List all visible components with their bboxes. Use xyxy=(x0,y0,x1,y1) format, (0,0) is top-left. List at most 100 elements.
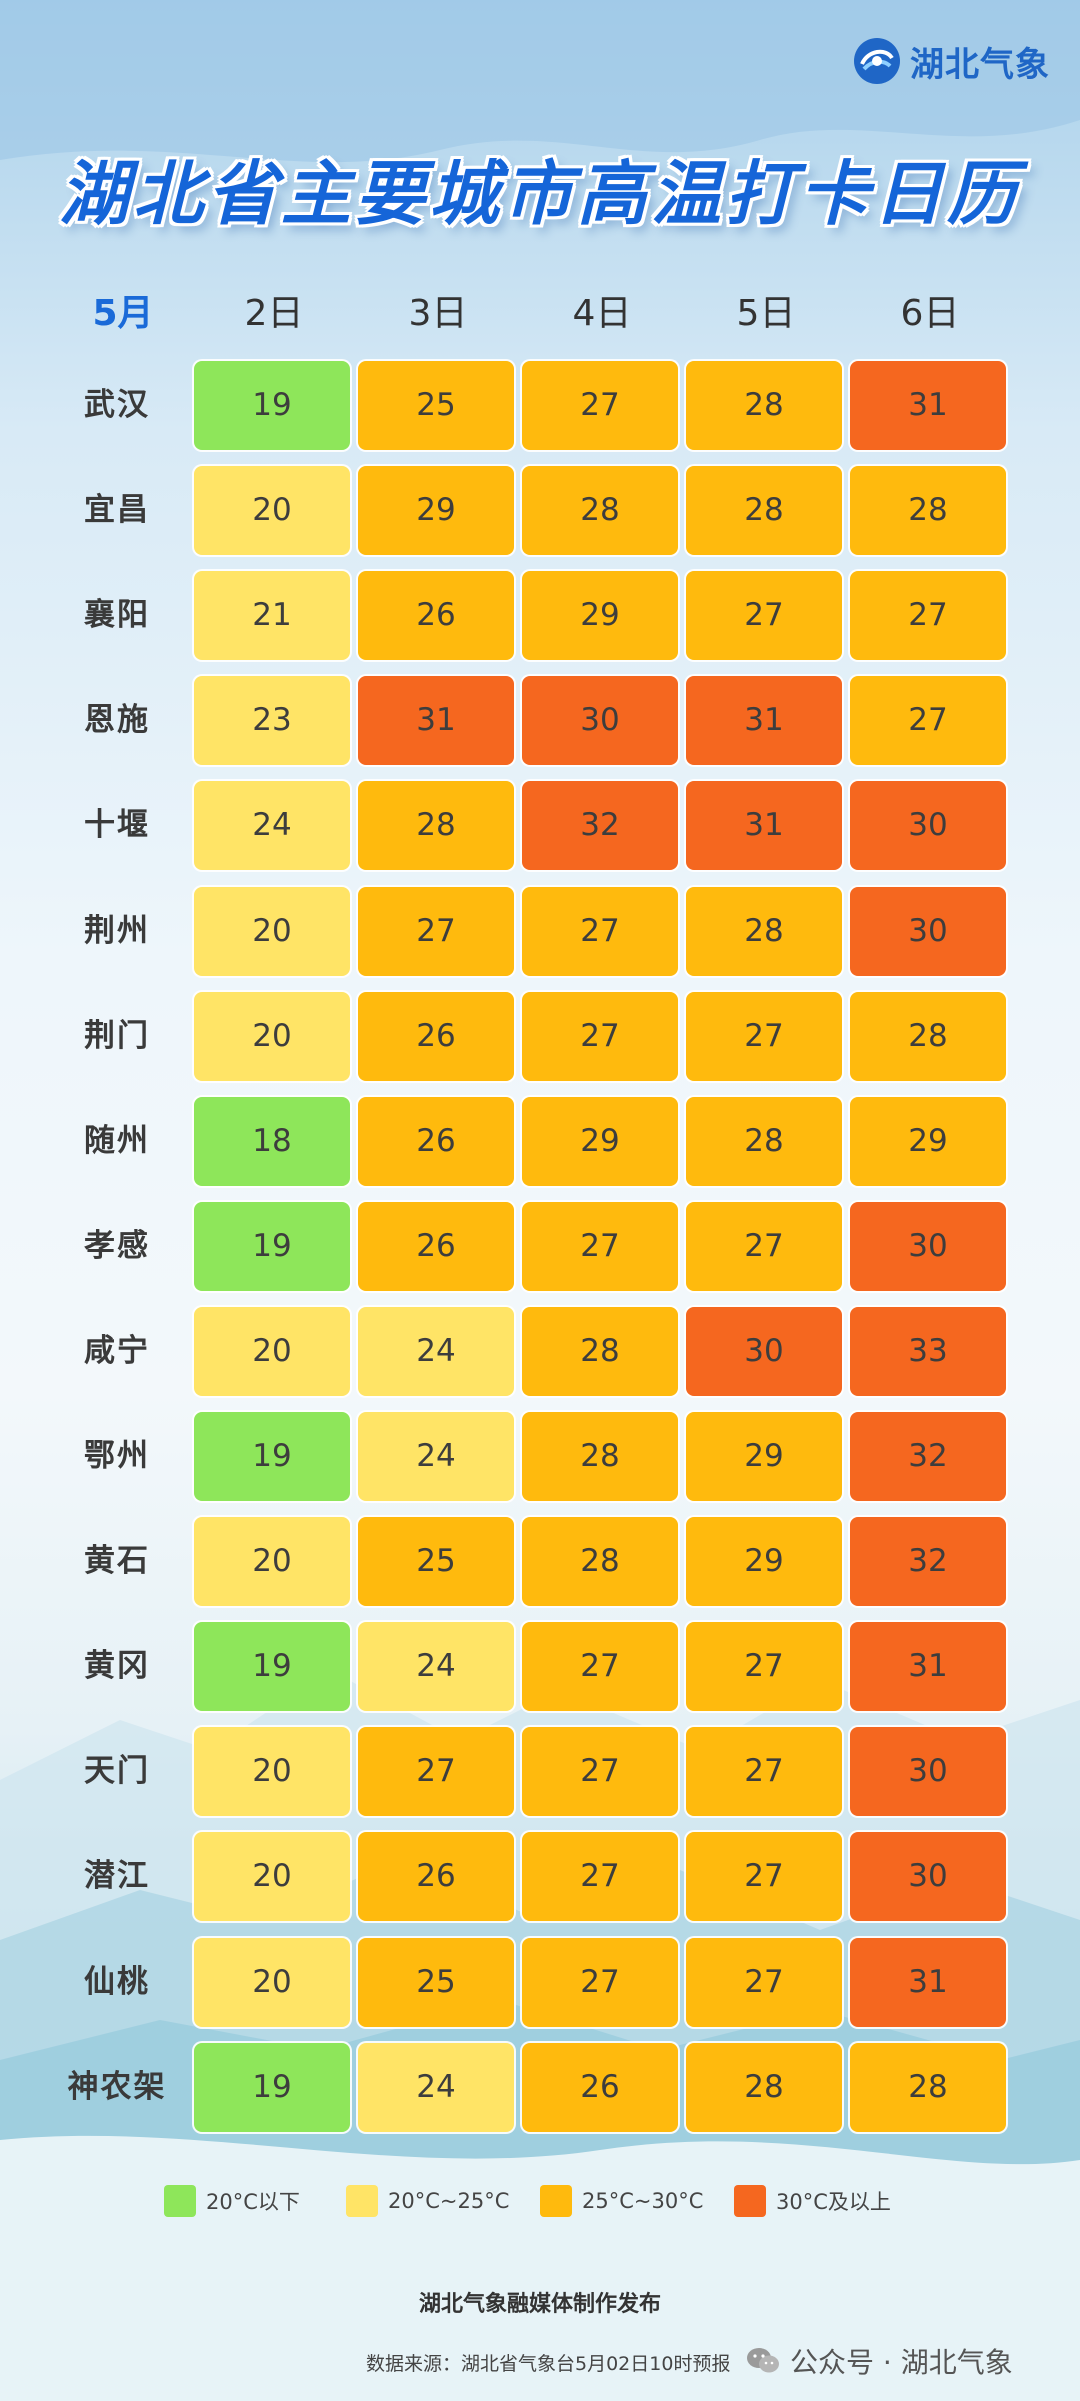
row-label-city: 宜昌 xyxy=(84,492,150,529)
temperature-cell: 24 xyxy=(358,1306,514,1396)
temperature-cell: 20 xyxy=(194,1306,350,1396)
legend-item-25-30: 25°C~30°C xyxy=(540,2185,703,2217)
temperature-cell: 26 xyxy=(358,1832,514,1922)
temperature-cell: 30 xyxy=(522,676,678,766)
temperature-cell: 20 xyxy=(194,991,350,1081)
temperature-cell: 20 xyxy=(194,1937,350,2027)
row-label-city: 黄冈 xyxy=(84,1648,150,1685)
temperature-cell: 18 xyxy=(194,1096,350,1186)
row-label-city: 随州 xyxy=(84,1122,150,1159)
temperature-cell: 30 xyxy=(686,1306,842,1396)
temperature-cell: 30 xyxy=(850,1727,1006,1817)
temperature-cell: 28 xyxy=(686,361,842,450)
temperature-cell: 27 xyxy=(686,1832,842,1922)
temperature-cell: 28 xyxy=(686,886,842,976)
temperature-cell: 27 xyxy=(686,571,842,661)
temperature-cell: 31 xyxy=(850,1622,1006,1712)
temperature-cell: 19 xyxy=(194,1201,350,1291)
temperature-cell: 28 xyxy=(686,1096,842,1186)
wechat-account: 公众号 · 湖北气象 xyxy=(746,2341,1013,2381)
temperature-cell: 28 xyxy=(522,1517,678,1607)
row-label-city: 荆州 xyxy=(84,912,150,949)
temperature-cell: 32 xyxy=(850,1517,1006,1607)
column-header-day: 5日 xyxy=(736,293,796,334)
temperature-cell: 19 xyxy=(194,1412,350,1501)
temperature-cell: 27 xyxy=(522,886,678,976)
legend-label: 20°C~25°C xyxy=(388,2189,510,2213)
temperature-cell: 27 xyxy=(358,1727,514,1817)
month-label: 5月 xyxy=(92,293,154,334)
row-label-city: 荆门 xyxy=(84,1017,150,1054)
temperature-cell: 30 xyxy=(850,1201,1006,1291)
temperature-cell: 27 xyxy=(686,1622,842,1712)
column-header-day: 3日 xyxy=(408,293,468,334)
temperature-cell: 31 xyxy=(686,676,842,766)
temperature-cell: 29 xyxy=(522,571,678,661)
row-label-city: 仙桃 xyxy=(84,1963,150,2000)
temperature-cell: 31 xyxy=(358,676,514,766)
temperature-cell: 26 xyxy=(522,2042,678,2132)
temperature-cell: 32 xyxy=(522,781,678,871)
row-label-city: 十堰 xyxy=(84,807,150,844)
temperature-cell: 27 xyxy=(686,1201,842,1291)
temperature-cell: 29 xyxy=(358,466,514,556)
legend-item-20-25: 20°C~25°C xyxy=(346,2185,509,2217)
legend-item-30-above: 30°C及以上 xyxy=(734,2185,891,2217)
temperature-cell: 25 xyxy=(358,361,514,450)
legend-label: 25°C~30°C xyxy=(582,2189,704,2213)
temperature-cell: 24 xyxy=(194,781,350,871)
temperature-cell: 27 xyxy=(686,1937,842,2027)
row-label-city: 黄石 xyxy=(84,1543,150,1580)
publisher-credit: 湖北气象融媒体制作发布 xyxy=(418,2292,661,2317)
temperature-cell: 19 xyxy=(194,361,350,450)
temperature-cell: 29 xyxy=(850,1096,1006,1186)
temperature-cell: 28 xyxy=(686,466,842,556)
row-label-city: 武汉 xyxy=(84,387,150,423)
temperature-cell: 26 xyxy=(358,1201,514,1291)
temperature-cell: 21 xyxy=(194,571,350,661)
legend-label: 20°C以下 xyxy=(206,2190,300,2214)
wechat-icon xyxy=(747,2348,779,2373)
page-title: 湖北省主要城市高温打卡日历 xyxy=(59,153,1021,235)
temperature-cell: 28 xyxy=(358,781,514,871)
temperature-cell: 32 xyxy=(850,1412,1006,1501)
temperature-cell: 33 xyxy=(850,1306,1006,1396)
row-label-city: 恩施 xyxy=(84,702,150,739)
temperature-cell: 27 xyxy=(686,991,842,1081)
temperature-cell: 29 xyxy=(686,1412,842,1501)
temperature-cell: 27 xyxy=(850,571,1006,661)
temperature-cell: 24 xyxy=(358,2042,514,2132)
temperature-cell: 25 xyxy=(358,1937,514,2027)
legend-swatch xyxy=(540,2185,572,2217)
temperature-cell: 26 xyxy=(358,991,514,1081)
temperature-cell: 27 xyxy=(522,1201,678,1291)
temperature-cell: 27 xyxy=(850,676,1006,766)
column-header-day: 4日 xyxy=(572,293,632,334)
brand-header: 湖北气象 xyxy=(852,36,1050,86)
temperature-cell: 20 xyxy=(194,1727,350,1817)
row-label-city: 孝感 xyxy=(84,1227,150,1264)
temperature-cell: 24 xyxy=(358,1622,514,1712)
temperature-cell: 31 xyxy=(850,361,1006,450)
data-source: 数据来源：湖北省气象台5月02日10时预报 xyxy=(366,2353,731,2375)
temperature-cell: 30 xyxy=(850,1832,1006,1922)
temperature-cell: 28 xyxy=(850,991,1006,1081)
temperature-cell: 20 xyxy=(194,466,350,556)
temperature-cell: 27 xyxy=(522,1937,678,2027)
row-label-city: 潜江 xyxy=(84,1858,150,1895)
temperature-cell: 20 xyxy=(194,886,350,976)
temperature-cell: 27 xyxy=(522,1832,678,1922)
temperature-cell: 31 xyxy=(850,1937,1006,2027)
temperature-cell: 28 xyxy=(522,1306,678,1396)
temperature-cell: 27 xyxy=(522,991,678,1081)
legend-label: 30°C及以上 xyxy=(776,2190,891,2214)
temperature-cell: 19 xyxy=(194,1622,350,1712)
temperature-cell: 28 xyxy=(850,466,1006,556)
temperature-cell: 28 xyxy=(522,466,678,556)
weather-logo-icon xyxy=(854,38,900,84)
row-label-city: 神农架 xyxy=(67,2068,167,2105)
temperature-cell: 27 xyxy=(522,361,678,450)
row-label-city: 鄂州 xyxy=(84,1438,150,1474)
column-header-day: 6日 xyxy=(900,293,960,334)
temperature-cell: 25 xyxy=(358,1517,514,1607)
